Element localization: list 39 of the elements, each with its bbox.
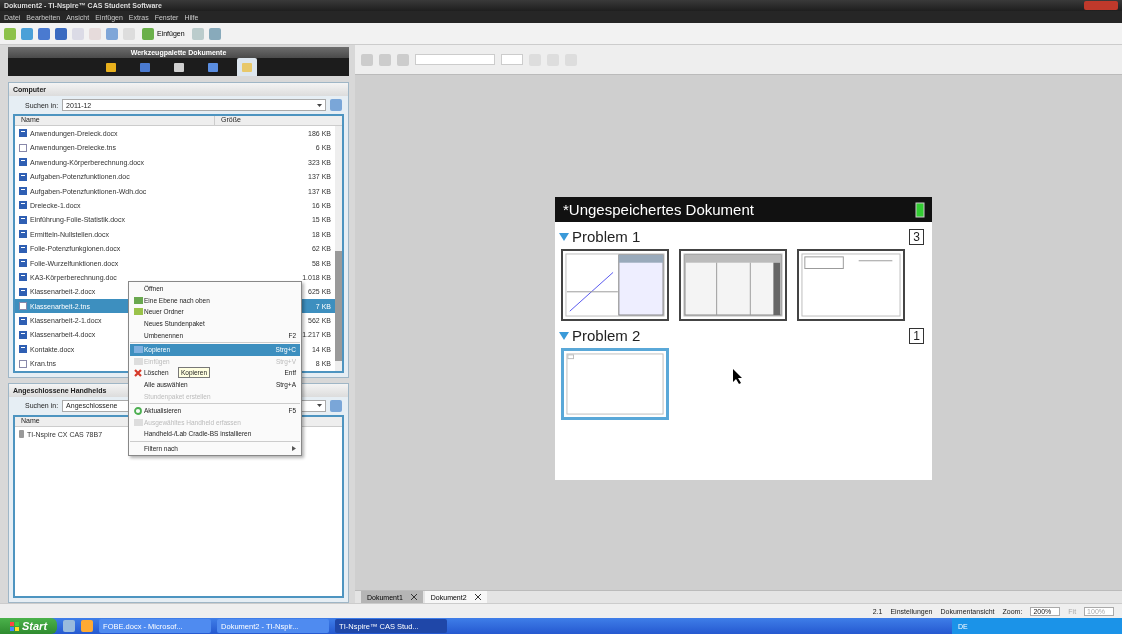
document-icon: [19, 187, 27, 196]
document-title: *Ungespeichertes Dokument: [563, 201, 754, 218]
refresh-icon: [134, 406, 142, 415]
scrollbar[interactable]: [335, 126, 342, 371]
document-icon: [19, 345, 27, 354]
close-icon[interactable]: [410, 594, 417, 600]
document-icon: [19, 287, 27, 296]
expand-triangle-icon: [559, 331, 569, 340]
delete-icon: [134, 368, 142, 377]
document-icon: [19, 215, 27, 224]
battery-icon: [914, 201, 926, 218]
document-icon: [19, 316, 27, 325]
expand-triangle-icon: [559, 232, 569, 241]
document-icon: [19, 158, 27, 167]
document-icon: [19, 244, 27, 253]
submenu-arrow-icon: [292, 446, 296, 451]
windows-logo-icon: [10, 621, 19, 631]
document-icon: [19, 273, 27, 282]
size-field[interactable]: [501, 54, 523, 65]
file-icon: [19, 359, 27, 368]
page-count: 1: [909, 327, 924, 344]
mouse-cursor-icon: [733, 369, 743, 384]
page-count: 3: [909, 228, 924, 245]
font-field[interactable]: [415, 54, 495, 65]
document-icon: [19, 201, 27, 210]
dropdown-arrow-icon: [317, 404, 322, 408]
palette-tab[interactable]: [236, 58, 257, 77]
file-icon: [19, 302, 27, 311]
file-icon: [19, 143, 27, 152]
close-icon[interactable]: [474, 594, 481, 600]
document-icon: [19, 172, 27, 181]
document-icon: [19, 129, 27, 138]
problem-header[interactable]: Problem 1: [559, 228, 641, 245]
window-controls[interactable]: [1084, 1, 1118, 10]
document-icon: [19, 259, 27, 267]
document-icon: [19, 230, 27, 239]
document-icon: [19, 330, 27, 339]
dropdown-arrow-icon: [317, 103, 322, 107]
problem-header[interactable]: Problem 2: [559, 327, 641, 344]
